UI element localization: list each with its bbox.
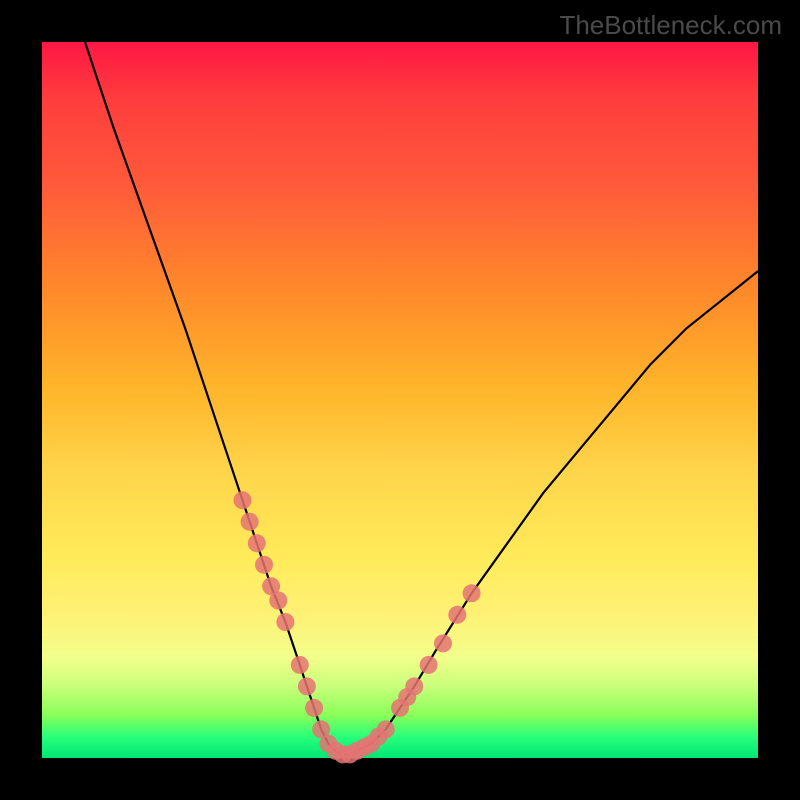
dot: [448, 606, 466, 624]
dot: [234, 491, 252, 509]
dot: [269, 592, 287, 610]
dot: [305, 699, 323, 717]
dot: [291, 656, 309, 674]
dot: [255, 556, 273, 574]
dot: [463, 584, 481, 602]
dot: [248, 534, 266, 552]
bottleneck-curve: [85, 42, 758, 754]
dot: [276, 613, 294, 631]
dot: [434, 634, 452, 652]
watermark-text: TheBottleneck.com: [559, 10, 782, 41]
dot: [377, 720, 395, 738]
dot: [298, 677, 316, 695]
highlight-dots: [234, 491, 481, 763]
curve-layer: [42, 42, 758, 758]
plot-area: [42, 42, 758, 758]
chart-frame: TheBottleneck.com: [0, 0, 800, 800]
dot: [420, 656, 438, 674]
dot: [405, 677, 423, 695]
dot: [241, 513, 259, 531]
